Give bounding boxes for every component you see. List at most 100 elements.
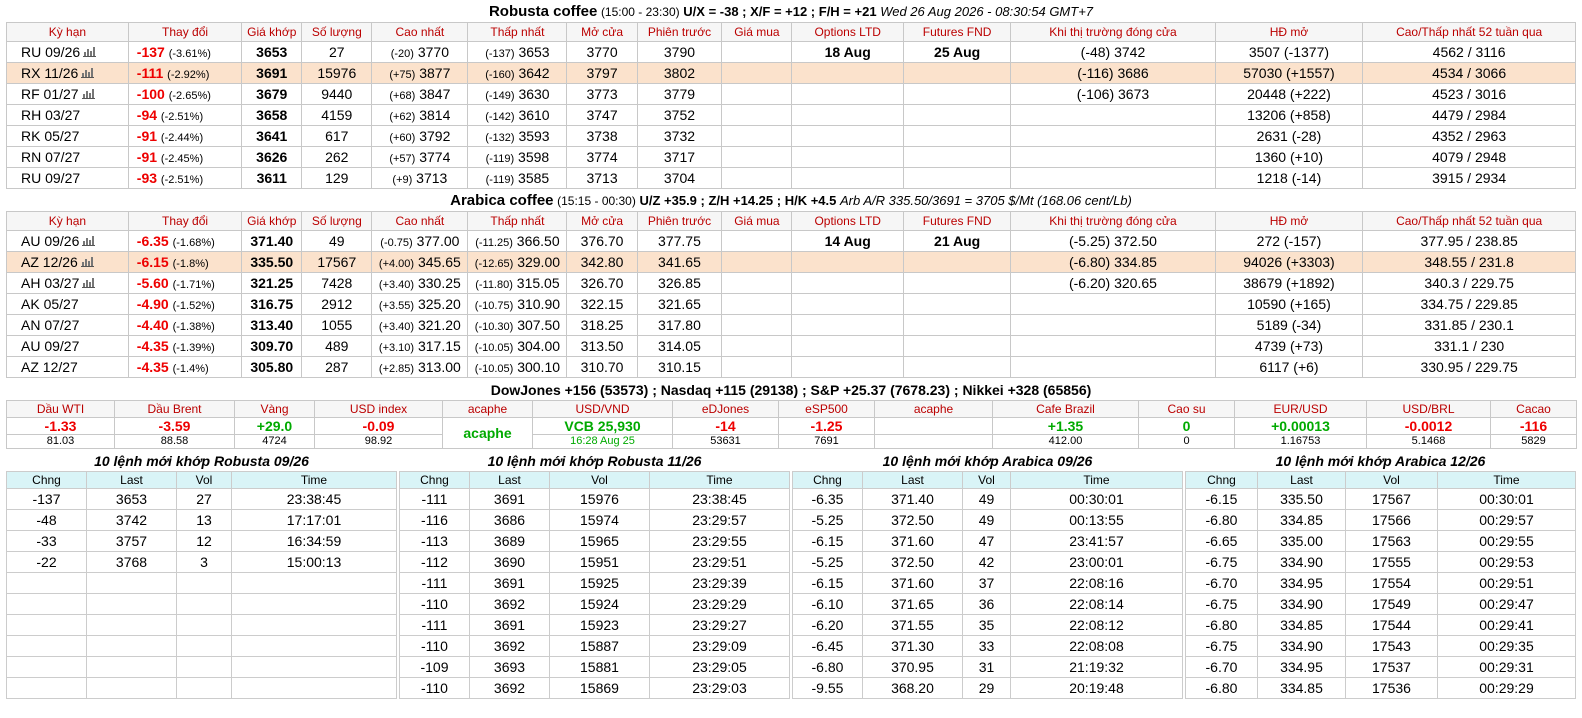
bar-chart-icon[interactable] [82,278,96,288]
contract-symbol[interactable]: RF 01/27 [6,83,129,105]
contract-symbol[interactable]: AN 07/27 [6,314,129,336]
high-price: 321.20 [417,317,461,333]
futures-fnd [902,146,1012,168]
volume: 27 [301,41,373,63]
indices-title: DowJones +156 (53573) ; Nasdaq +115 (291… [6,378,1576,400]
contract-row[interactable]: RH 03/27 -94 (-2.51%) 3658 4159 (+62) 3814 (-… [6,104,1576,126]
column-header: Mở cửa [566,211,638,231]
contract-row[interactable]: AZ 12/26 -6.15 (-1.8%) 335.50 17567 (+4.00) … [6,251,1576,273]
previous-close: 317.80 [636,314,723,336]
open-interest: 272 (-157) [1214,230,1364,252]
open-interest: 5189 (-34) [1214,314,1364,336]
contract-row[interactable]: AU 09/27 -4.35 (-1.39%) 309.70 489 (+3.10) 3… [6,335,1576,357]
acaphe-link[interactable]: acaphe [442,417,533,449]
contract-symbol[interactable]: RX 11/26 [6,62,129,84]
trade-cell [176,655,232,678]
contract-symbol[interactable]: RH 03/27 [6,104,129,126]
index-label: Cafe Brazil [992,400,1139,418]
trade-row: -6.80 334.85 17536 00:29:29 [1184,676,1577,699]
contract-row[interactable]: AU 09/26 -6.35 (-1.68%) 371.40 49 (-0.75) 37… [6,230,1576,252]
contract-row[interactable]: RK 05/27 -91 (-2.44%) 3641 617 (+60) 3792 (-1… [6,125,1576,147]
bid-price [721,146,793,168]
contract-symbol[interactable]: AU 09/26 [6,230,129,252]
contract-row[interactable]: AN 07/27 -4.40 (-1.38%) 313.40 1055 (+3.40) … [6,314,1576,336]
volume: 617 [301,125,373,147]
trade-cell: 23:41:57 [1009,529,1184,552]
high-cell: (+68) 3847 [371,83,469,105]
trade-cell: 17555 [1344,550,1438,573]
contract-row[interactable]: RU 09/26 -137 (-3.61%) 3653 27 (-20) 3770 (-1… [6,41,1576,63]
contract-symbol[interactable]: AU 09/27 [6,335,129,357]
trade-cell: -6.20 [791,613,863,636]
contract-symbol[interactable]: AZ 12/26 [6,251,129,273]
trade-cell: 00:29:51 [1436,571,1577,594]
contract-row[interactable]: RF 01/27 -100 (-2.65%) 3679 9440 (+68) 3847(… [6,83,1576,105]
bid-price [721,62,793,84]
open-price: 326.70 [566,272,638,294]
week52-range: 348.55 / 231.8 [1362,251,1576,273]
index-value: -3.59 [114,417,235,435]
trade-row: -6.80 334.85 17566 00:29:57 [1184,508,1577,531]
previous-close: 341.65 [636,251,723,273]
trade-cell: 3691 [468,613,550,636]
bar-chart-icon[interactable] [83,47,97,57]
bar-chart-icon[interactable] [80,257,94,267]
change-percent: (-1.71%) [172,279,215,291]
contract-row[interactable]: AH 03/27 -5.60 (-1.71%) 321.25 7428 (+3.40) … [6,272,1576,294]
trade-row: -6.15 335.50 17567 00:30:01 [1184,487,1577,510]
high-cell: (+60) 3792 [371,125,469,147]
bar-chart-icon[interactable] [81,89,95,99]
arabica-title-spreads: U/Z +35.9 ; Z/H +14.25 ; H/K +4.5 [639,193,837,208]
contract-symbol[interactable]: AH 03/27 [6,272,129,294]
high-price: 3877 [419,65,451,81]
market-close-price: 320.65 [1114,275,1157,291]
volume: 7428 [301,272,373,294]
high-price: 345.65 [417,254,461,270]
bar-chart-icon[interactable] [82,236,96,246]
volume: 4159 [301,104,373,126]
trade-cell [176,571,232,594]
recent-trades-title-row: 10 lệnh mới khớp Arabica 12/26 [1185,451,1575,471]
contract-symbol[interactable]: RN 07/27 [6,146,129,168]
robusta-title-time: Wed 26 Aug 2026 - 08:30:54 GMT+7 [880,4,1094,19]
change-cell: -100 (-2.65%) [127,83,243,105]
contract-row[interactable]: RN 07/27 -91 (-2.45%) 3626 262 (+57) 3774 (-1… [6,146,1576,168]
week52-range: 330.95 / 229.75 [1362,356,1576,378]
recent-trades-table: 10 lệnh mới khớp Robusta 11/26 Chng Last Vo… [398,451,791,699]
trade-cell: 371.30 [861,634,963,657]
week52-range: 334.75 / 229.85 [1362,293,1576,315]
change-percent: (-1.68%) [172,237,215,249]
contract-row[interactable]: AK 05/27 -4.90 (-1.52%) 316.75 2912 (+3.55) … [6,293,1576,315]
low-cell: (-12.65) 329.00 [467,251,568,273]
week52-range: 4562 / 3116 [1362,41,1576,63]
contract-symbol[interactable]: RU 09/27 [6,167,129,189]
trade-row [6,571,397,594]
trade-cell: 15:00:13 [231,550,397,573]
column-header: Cao nhất [371,22,469,42]
recent-trades-title: 10 lệnh mới khớp Robusta 11/26 [487,452,702,469]
change-percent: (-1.8%) [172,258,209,270]
market-close-cell: (-116) 3686 [1010,62,1216,84]
open-price: 310.70 [566,356,638,378]
contract-symbol[interactable]: RU 09/26 [6,41,129,63]
change-cell: -91 (-2.45%) [127,146,243,168]
low-price: 366.50 [516,233,560,249]
trade-cell [6,592,87,615]
contract-row[interactable]: RX 11/26 -111 (-2.92%) 3691 15976 (+75) 3877… [6,62,1576,84]
bar-chart-icon[interactable] [81,68,95,78]
futures-fnd [902,335,1012,357]
contract-row[interactable]: AZ 12/27 -4.35 (-1.4%) 305.80 287 (+2.85) 31… [6,356,1576,378]
high-price: 3774 [419,149,451,165]
trade-cell: 3692 [468,592,550,615]
trade-cell: -6.15 [791,529,863,552]
trade-cell: 334.85 [1256,613,1346,636]
high-change: (+3.55) [378,300,415,312]
contract-symbol[interactable]: AZ 12/27 [6,356,129,378]
trade-cell: 23:29:09 [648,634,791,657]
contract-row[interactable]: RU 09/27 -93 (-2.51%) 3611 129 (+9) 3713 (-11… [6,167,1576,189]
market-close-cell [1010,167,1216,189]
contract-symbol[interactable]: RK 05/27 [6,125,129,147]
low-cell: (-137) 3653 [467,41,568,63]
options-ltd [791,251,904,273]
contract-symbol[interactable]: AK 05/27 [6,293,129,315]
